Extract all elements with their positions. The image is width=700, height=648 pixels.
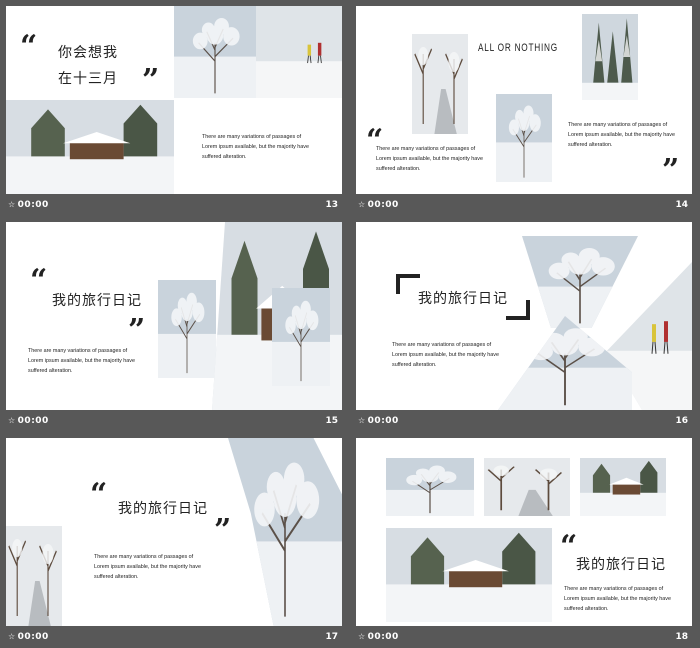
- timer: ☆ 00:00: [358, 416, 399, 426]
- slide-canvas: ALL OR NOTHING “ There are many variatio…: [356, 6, 692, 194]
- slide-17[interactable]: “ 我的旅行日记 ” There are many variations of …: [6, 438, 342, 648]
- forest-photo: [582, 14, 638, 100]
- timer: ☆ 00:00: [8, 200, 49, 210]
- slide-footer: ☆ 00:00 15: [6, 410, 342, 432]
- body-text: There are many variations of passages of…: [202, 134, 309, 160]
- slide-canvas: “ 我的旅行日记 ” There are many variations of …: [6, 222, 342, 410]
- snow-branch-photo: [272, 288, 330, 386]
- snow-forest-photo: [498, 316, 632, 410]
- slide-number: 16: [675, 416, 688, 426]
- slide-number: 18: [675, 632, 688, 642]
- close-quote: ”: [142, 63, 160, 98]
- slide-number: 15: [325, 416, 338, 426]
- snow-tree-photo: [386, 458, 474, 516]
- slide-title: 我的旅行日记: [118, 501, 208, 517]
- slide-number: 13: [325, 200, 338, 210]
- slide-title-line2: 在十三月: [58, 71, 118, 87]
- close-quote: ”: [214, 513, 232, 548]
- body-text: There are many variations of passages of…: [564, 586, 671, 612]
- snow-tree-photo: [158, 280, 216, 378]
- slide-title: 我的旅行日记: [576, 557, 666, 573]
- close-quote: ”: [662, 153, 680, 188]
- slide-footer: ☆ 00:00 14: [356, 194, 692, 216]
- body-text-right: There are many variations of passages of…: [568, 122, 675, 148]
- heading: ALL OR NOTHING: [478, 42, 558, 54]
- bracket-top-left: [396, 274, 420, 294]
- slide-title: 我的旅行日记: [418, 291, 508, 307]
- open-quote: “: [20, 29, 38, 64]
- slide-canvas: “ 你会想我 在十三月 ” There are many variations …: [6, 6, 342, 194]
- snow-tree-photo: [228, 438, 342, 626]
- slide-footer: ☆ 00:00 13: [6, 194, 342, 216]
- village-photo: [386, 528, 552, 622]
- snow-tree-photo: [496, 94, 552, 182]
- timer: ☆ 00:00: [8, 416, 49, 426]
- bracket-bottom-right: [506, 300, 530, 320]
- snow-tree-photo: [174, 6, 256, 98]
- body-text-left: There are many variations of passages of…: [376, 146, 483, 172]
- slide-canvas: 我的旅行日记 There are many variations of pass…: [356, 222, 692, 410]
- slide-canvas: “ 我的旅行日记 There are many variations of pa…: [356, 438, 692, 626]
- hikers-photo: [256, 6, 342, 98]
- slide-footer: ☆ 00:00 16: [356, 410, 692, 432]
- star-icon: ☆: [358, 200, 366, 209]
- slide-number: 14: [675, 200, 688, 210]
- slide-18[interactable]: “ 我的旅行日记 There are many variations of pa…: [356, 438, 692, 648]
- timer: ☆ 00:00: [358, 200, 399, 210]
- slide-canvas: “ 我的旅行日记 ” There are many variations of …: [6, 438, 342, 626]
- close-quote: ”: [128, 313, 146, 348]
- slide-title: 我的旅行日记: [52, 293, 142, 309]
- slide-number: 17: [325, 632, 338, 642]
- open-quote: “: [30, 263, 48, 298]
- star-icon: ☆: [358, 416, 366, 425]
- open-quote: “: [560, 529, 578, 564]
- road-photo: [412, 34, 468, 134]
- timer: ☆ 00:00: [8, 632, 49, 642]
- timer: ☆ 00:00: [358, 632, 399, 642]
- snow-tree-photo: [522, 236, 638, 328]
- slide-14[interactable]: ALL OR NOTHING “ There are many variatio…: [356, 6, 692, 216]
- cabin-photo: [6, 100, 174, 194]
- slide-footer: ☆ 00:00 17: [6, 626, 342, 648]
- body-text: There are many variations of passages of…: [392, 342, 499, 368]
- star-icon: ☆: [8, 416, 16, 425]
- road-photo: [484, 458, 570, 516]
- slide-15[interactable]: “ 我的旅行日记 ” There are many variations of …: [6, 222, 342, 432]
- road-photo: [6, 526, 62, 626]
- cabin-photo: [580, 458, 666, 516]
- slide-13[interactable]: “ 你会想我 在十三月 ” There are many variations …: [6, 6, 342, 216]
- slide-16[interactable]: 我的旅行日记 There are many variations of pass…: [356, 222, 692, 432]
- body-text: There are many variations of passages of…: [28, 348, 135, 374]
- body-text: There are many variations of passages of…: [94, 554, 201, 580]
- slide-title-line1: 你会想我: [58, 45, 118, 61]
- star-icon: ☆: [8, 632, 16, 641]
- star-icon: ☆: [358, 632, 366, 641]
- star-icon: ☆: [8, 200, 16, 209]
- slide-footer: ☆ 00:00 18: [356, 626, 692, 648]
- open-quote: “: [90, 477, 108, 512]
